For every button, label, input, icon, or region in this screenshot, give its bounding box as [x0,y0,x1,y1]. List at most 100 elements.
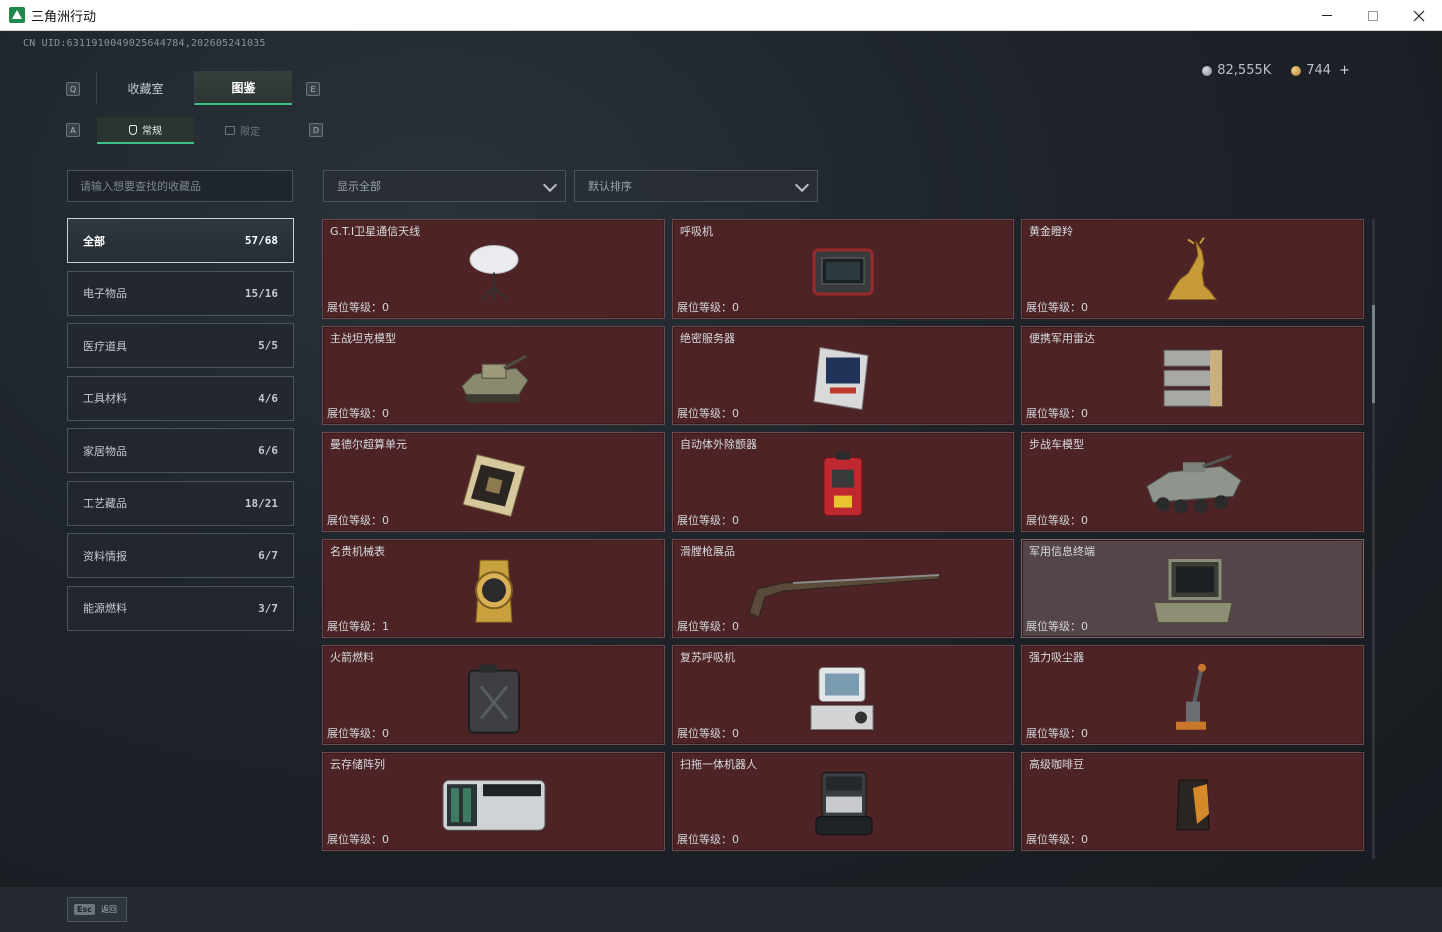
fuel-can-icon [467,664,520,734]
category-item[interactable]: 全部 57/68 [67,218,294,263]
collection-card[interactable]: 名贵机械表 展位等级：1 [322,538,665,638]
close-icon [1413,10,1425,21]
category-item[interactable]: 家居物品 6/6 [67,428,294,473]
category-count: 6/7 [258,549,278,562]
item-level: 展位等级：0 [1026,513,1088,527]
collection-card[interactable]: 滑膛枪展品 展位等级：0 [672,538,1014,638]
collection-card[interactable]: G.T.I卫星通信天线 展位等级：0 [322,219,665,319]
item-name: 呼吸机 [680,225,713,238]
back-button[interactable]: Esc 返回 [67,897,127,922]
collection-card[interactable]: 强力吸尘器 展位等级：0 [1021,645,1364,745]
collection-card[interactable]: 复苏呼吸机 展位等级：0 [672,645,1014,745]
category-item[interactable]: 工具材料 4/6 [67,375,294,421]
collection-card[interactable]: 便携军用雷达 展位等级：0 [1021,325,1364,425]
filter-dropdown[interactable]: 显示全部 [323,170,566,202]
window-controls [1304,0,1442,31]
item-name: 名贵机械表 [330,544,385,558]
collection-card[interactable]: 曼德尔超算单元 展位等级：0 [322,432,665,532]
player-uid: CN UID:6311910049025644784,202605241035 [23,38,266,49]
silver-currency: 82,555K [1202,63,1271,78]
category-count: 3/7 [258,601,278,615]
category-item[interactable]: 能源燃料 3/7 [67,585,294,631]
tab-collection-room[interactable]: 收藏室 [96,71,194,105]
add-gold-button[interactable]: + [1339,63,1350,78]
subtab-limited[interactable]: 限定 [194,117,291,144]
robot-vacuum-icon [815,772,873,836]
maximize-button[interactable] [1350,0,1396,31]
item-level: 展位等级：0 [327,833,389,846]
item-name: 滑膛枪展品 [680,544,735,558]
item-name: 强力吸尘器 [1029,651,1084,664]
key-hint-q: Q [66,82,80,96]
category-label: 工具材料 [83,392,127,405]
collection-card[interactable]: 自动体外除颤器 展位等级：0 [672,432,1014,532]
window-title: 三角洲行动 [31,9,97,25]
gold-currency[interactable]: 744 + [1291,63,1350,78]
category-label: 能源燃料 [83,602,127,615]
collection-card[interactable]: 高级咖啡豆 展位等级：0 [1021,751,1364,851]
grid-scrollbar[interactable] [1372,219,1375,859]
collection-card[interactable]: 绝密服务器 展位等级：0 [672,325,1014,425]
trophy-icon [129,124,137,135]
sort-dropdown[interactable]: 默认排序 [574,170,818,202]
category-list: 全部 57/68 电子物品 15/16 医疗道具 5/5 工具材料 4/6 家居物品 6/… [67,218,294,638]
category-item[interactable]: 电子物品 15/16 [67,270,294,316]
category-label: 工艺藏品 [83,497,127,510]
scrollbar-thumb[interactable] [1372,305,1375,403]
collection-card[interactable]: 黄金瞪羚 展位等级：0 [1021,219,1364,319]
collection-card[interactable]: 扫拖一体机器人 展位等级：0 [672,751,1014,851]
item-name: 云存储阵列 [330,757,385,771]
item-level: 展位等级：0 [677,833,739,846]
item-level: 展位等级：0 [1026,620,1088,633]
minimize-button[interactable] [1304,0,1350,31]
item-level: 展位等级：0 [677,726,739,740]
gold-coin-icon [1291,65,1302,76]
collection-card[interactable]: 云存储阵列 展位等级：0 [322,751,665,851]
category-label: 全部 [83,234,105,248]
category-item[interactable]: 工艺藏品 18/21 [67,480,294,526]
item-level: 展位等级：0 [1026,300,1088,314]
collection-card[interactable]: 步战车模型 展位等级：0 [1021,432,1364,532]
category-item[interactable]: 医疗道具 5/5 [67,323,294,368]
item-level: 展位等级：1 [327,620,389,633]
app-logo-icon [9,7,25,23]
radar-icon [1163,349,1222,407]
sort-value: 默认排序 [588,180,632,193]
vacuum-icon [1175,663,1206,730]
musket-icon [748,574,940,618]
subtab-regular-label: 常规 [142,126,162,137]
item-level: 展位等级：0 [677,620,739,633]
item-name: 自动体外除颤器 [680,438,757,451]
golden-gazelle-icon [1166,237,1217,300]
currency-bar: 82,555K 744 + [1202,63,1350,78]
item-name: 绝密服务器 [680,331,735,345]
collection-grid: G.T.I卫星通信天线 展位等级：0 呼吸机 展位等级：0 黄金瞪羚 展位等级：… [322,219,1366,851]
category-count: 18/21 [244,496,278,510]
collection-card[interactable]: 军用信息终端 展位等级：0 [1021,538,1364,638]
close-button[interactable] [1396,0,1442,31]
back-label: 返回 [100,905,117,914]
item-name: 步战车模型 [1029,438,1084,451]
footer-bar: Esc 返回 [0,887,1442,932]
sub-tabs: 常规 限定 [97,117,291,144]
resuscitator-icon [810,666,874,730]
collection-card[interactable]: 主战坦克模型 展位等级：0 [322,325,665,425]
item-level: 展位等级：0 [1026,833,1088,846]
item-name: G.T.I卫星通信天线 [330,225,421,238]
chevron-down-icon [794,177,810,193]
supercomputer-unit-icon [461,453,526,517]
category-count: 15/16 [244,286,278,300]
key-hint-a: A [66,123,80,137]
collection-card[interactable]: 火箭燃料 展位等级：0 [322,645,665,745]
watch-icon [474,560,513,624]
satellite-dish-icon [469,244,518,302]
filter-value: 显示全部 [337,180,381,193]
collection-card[interactable]: 呼吸机 展位等级：0 [672,219,1014,319]
subtab-regular[interactable]: 常规 [97,117,194,144]
tank-model-icon [460,355,529,403]
tab-catalog[interactable]: 图鉴 [194,71,292,105]
game-area: CN UID:6311910049025644784,202605241035 … [0,31,1442,932]
category-item[interactable]: 资料情报 6/7 [67,533,294,578]
search-input[interactable]: 请输入想要查找的收藏品 [67,170,293,202]
chevron-down-icon [542,177,558,193]
